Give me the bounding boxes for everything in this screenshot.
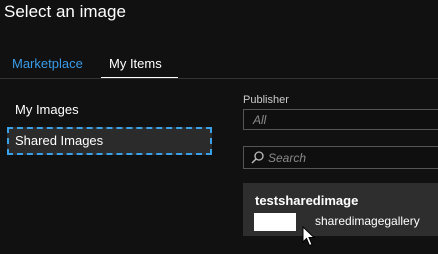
image-name: testsharedimage: [255, 193, 359, 208]
tab-my-items[interactable]: My Items: [109, 56, 162, 72]
select-image-blade: Select an image Marketplace My Items My …: [0, 0, 438, 254]
tab-marketplace[interactable]: Marketplace: [12, 56, 83, 72]
page-title: Select an image: [4, 2, 126, 21]
publisher-label: Publisher: [243, 94, 289, 106]
tab-divider: [0, 78, 438, 79]
publisher-selected-value: All: [253, 113, 267, 127]
search-input[interactable]: [268, 150, 428, 165]
gallery-name: sharedimagegallery: [315, 214, 420, 228]
search-icon: [251, 151, 264, 164]
mouse-pointer-icon: [302, 226, 316, 247]
nav-item-my-images[interactable]: My Images: [7, 96, 212, 124]
nav-item-shared-images[interactable]: Shared Images: [7, 127, 212, 155]
search-box[interactable]: [243, 146, 438, 169]
redacted-field: [254, 213, 296, 231]
image-card[interactable]: testsharedimage sharedimagegallery: [243, 183, 438, 236]
publisher-select[interactable]: All: [243, 109, 438, 130]
